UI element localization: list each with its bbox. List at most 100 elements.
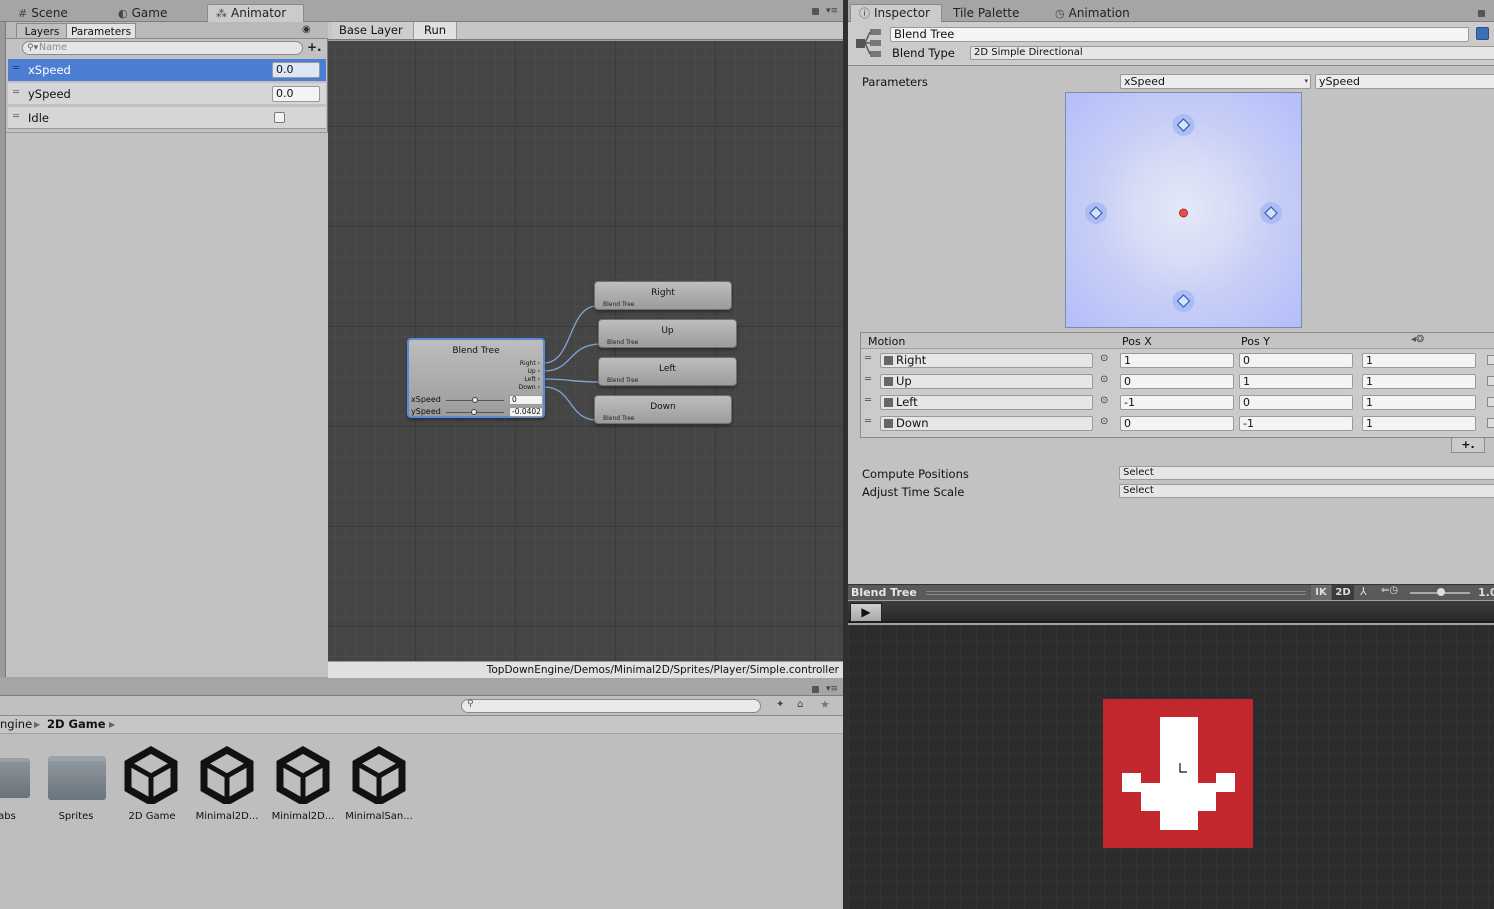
blend-space-graph[interactable]: [1065, 92, 1302, 328]
lock-icon[interactable]: [1478, 10, 1485, 17]
slider-thumb[interactable]: [1437, 588, 1445, 596]
parameter-value-input[interactable]: 0.0: [272, 86, 320, 102]
2d-toggle-button[interactable]: 2D: [1332, 585, 1354, 600]
pos-x-input[interactable]: 0: [1120, 374, 1234, 389]
drag-handle-icon[interactable]: ═: [13, 63, 19, 74]
param-y-dropdown[interactable]: ySpeed: [1315, 74, 1494, 89]
preview-drag-handle[interactable]: [926, 591, 1306, 595]
pos-y-input[interactable]: 0: [1239, 353, 1353, 368]
tab-game[interactable]: ◐ Game: [110, 5, 175, 22]
tab-parameters[interactable]: Parameters: [66, 23, 136, 39]
filter-by-type-icon[interactable]: ✦: [776, 699, 784, 710]
parameter-value-input[interactable]: 0.0: [272, 62, 320, 78]
add-parameter-button[interactable]: +.: [307, 40, 322, 54]
child-node-up[interactable]: Up Blend Tree: [598, 319, 737, 348]
project-search-input[interactable]: ⚲: [461, 699, 761, 713]
unity-scene-icon[interactable]: [350, 746, 408, 804]
preview-viewport[interactable]: [848, 625, 1494, 909]
parameter-row-idle[interactable]: ═ Idle: [8, 107, 326, 129]
adjust-time-scale-dropdown[interactable]: Select: [1119, 484, 1494, 498]
motion-field[interactable]: Up: [880, 374, 1093, 389]
pos-y-input[interactable]: 0: [1239, 395, 1353, 410]
tab-layers[interactable]: Layers: [16, 23, 68, 39]
blend-tree-name-input[interactable]: Blend Tree: [890, 27, 1469, 42]
pos-x-input[interactable]: -1: [1120, 395, 1234, 410]
play-button[interactable]: ▶: [850, 603, 882, 622]
motion-field[interactable]: Right: [880, 353, 1093, 368]
lock-icon[interactable]: [812, 686, 819, 693]
drag-handle-icon[interactable]: ═: [865, 416, 871, 427]
breadcrumb-item[interactable]: ngine: [0, 716, 32, 733]
motion-field[interactable]: Left: [880, 395, 1093, 410]
drag-handle-icon[interactable]: ═: [13, 87, 19, 98]
tab-animator[interactable]: ⁂ Animator: [207, 4, 304, 22]
child-node-down[interactable]: Down Blend Tree: [594, 395, 732, 424]
node-param-yspeed-input[interactable]: -0.0402: [509, 407, 543, 417]
mirror-checkbox[interactable]: [1487, 418, 1494, 428]
blend-position-marker[interactable]: [1179, 208, 1188, 218]
pivot-icon[interactable]: ⅄: [1360, 585, 1367, 598]
motion-row[interactable]: ═ Left ⊙ -1 0 1: [861, 392, 1494, 413]
tab-tile-palette[interactable]: Tile Palette: [945, 5, 1027, 22]
eye-icon[interactable]: ◉: [302, 24, 311, 35]
child-node-right[interactable]: Right Blend Tree: [594, 281, 732, 310]
filter-by-label-icon[interactable]: ⌂: [797, 699, 803, 710]
breadcrumb-run[interactable]: Run: [414, 22, 458, 39]
compute-positions-dropdown[interactable]: Select: [1119, 466, 1494, 480]
search-input[interactable]: ⚲▾ Name: [22, 41, 303, 55]
animator-graph[interactable]: Blend Tree Right › Up › Left › Down › xS…: [328, 41, 843, 661]
motion-row[interactable]: ═ Right ⊙ 1 0 1: [861, 350, 1494, 371]
blend-tree-node[interactable]: Blend Tree Right › Up › Left › Down › xS…: [407, 338, 545, 418]
drag-handle-icon[interactable]: ═: [865, 374, 871, 385]
ik-toggle-button[interactable]: IK: [1311, 585, 1331, 600]
pos-x-input[interactable]: 0: [1120, 416, 1234, 431]
node-param-yspeed-slider[interactable]: [446, 409, 504, 415]
speed-slider[interactable]: [1410, 588, 1470, 596]
pos-y-input[interactable]: -1: [1239, 416, 1353, 431]
motion-row[interactable]: ═ Up ⊙ 0 1 1: [861, 371, 1494, 392]
slider-thumb[interactable]: [471, 409, 477, 415]
unity-scene-icon[interactable]: [198, 746, 256, 804]
node-param-xspeed-input[interactable]: 0: [509, 395, 543, 405]
speed-icon[interactable]: ⇐◷: [1381, 585, 1398, 596]
pos-x-input[interactable]: 1: [1120, 353, 1234, 368]
unity-scene-icon[interactable]: [274, 746, 332, 804]
speed-input[interactable]: 1: [1362, 353, 1476, 368]
pos-y-input[interactable]: 1: [1239, 374, 1353, 389]
drag-handle-icon[interactable]: ═: [13, 111, 19, 122]
parameter-row-xspeed[interactable]: ═ xSpeed 0.0: [8, 59, 326, 81]
blend-type-dropdown[interactable]: 2D Simple Directional: [970, 46, 1494, 60]
speed-input[interactable]: 1: [1362, 416, 1476, 431]
breadcrumb-base-layer[interactable]: Base Layer: [332, 22, 414, 39]
parameter-row-yspeed[interactable]: ═ ySpeed 0.0: [8, 83, 326, 105]
object-picker-icon[interactable]: ⊙: [1100, 416, 1108, 427]
object-picker-icon[interactable]: ⊙: [1100, 353, 1108, 364]
speed-input[interactable]: 1: [1362, 395, 1476, 410]
mirror-checkbox[interactable]: [1487, 376, 1494, 386]
slider-thumb[interactable]: [472, 397, 478, 403]
motion-field[interactable]: Down: [880, 416, 1093, 431]
drag-handle-icon[interactable]: ═: [865, 395, 871, 406]
menu-icon[interactable]: ▾≡: [826, 6, 838, 16]
parameter-checkbox[interactable]: [274, 112, 285, 123]
unity-scene-icon[interactable]: [122, 746, 180, 804]
child-node-left[interactable]: Left Blend Tree: [598, 357, 737, 386]
folder-icon[interactable]: [48, 756, 106, 800]
favorite-star-icon[interactable]: ★: [820, 698, 830, 711]
tab-scene[interactable]: # Scene: [10, 5, 76, 22]
lock-icon[interactable]: [812, 8, 819, 15]
node-param-xspeed-slider[interactable]: [446, 397, 504, 403]
tab-animation[interactable]: ◷ Animation: [1047, 5, 1138, 22]
mirror-checkbox[interactable]: [1487, 397, 1494, 407]
motion-row[interactable]: ═ Down ⊙ 0 -1 1: [861, 413, 1494, 434]
breadcrumb-item[interactable]: 2D Game: [47, 716, 106, 733]
param-x-dropdown[interactable]: xSpeed ▾: [1120, 74, 1311, 89]
object-picker-icon[interactable]: ⊙: [1100, 374, 1108, 385]
folder-icon[interactable]: [0, 758, 30, 798]
menu-icon[interactable]: ▾≡: [826, 684, 838, 694]
object-picker-icon[interactable]: ⊙: [1100, 395, 1108, 406]
mirror-checkbox[interactable]: [1487, 355, 1494, 365]
add-motion-button[interactable]: +.: [1451, 438, 1485, 453]
drag-handle-icon[interactable]: ═: [865, 353, 871, 364]
speed-input[interactable]: 1: [1362, 374, 1476, 389]
